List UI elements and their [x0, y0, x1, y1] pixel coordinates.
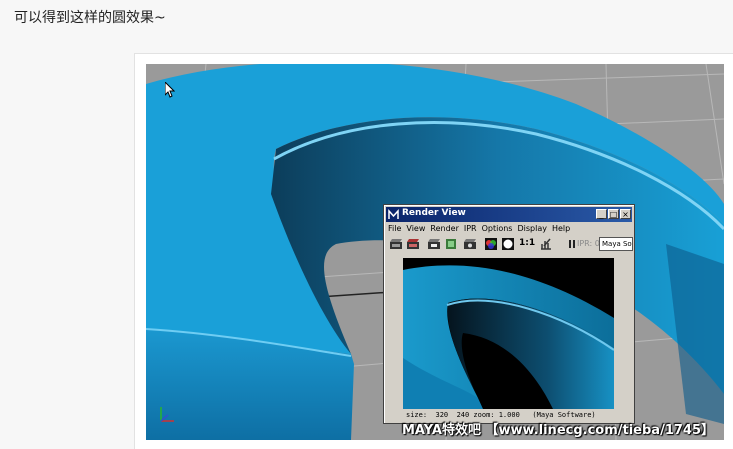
rendered-c-shape: [403, 265, 614, 409]
render-view-title: Render View: [402, 208, 466, 218]
redo-render-icon[interactable]: [406, 238, 420, 250]
menu-render[interactable]: Render: [430, 224, 458, 233]
render-clapper-icon[interactable]: [389, 238, 403, 250]
menu-file[interactable]: File: [388, 224, 401, 233]
watermark-text: MAYA特效吧 【www.linecg.com/tieba/1745】: [402, 423, 715, 438]
snapshot-icon[interactable]: [444, 238, 458, 250]
render-status-text: size: 320 240 zoom: 1.000 (Maya Software…: [406, 411, 596, 419]
maya-viewport: Render View _ □ × File View Render IPR Optio…: [146, 64, 724, 440]
menu-options[interactable]: Options: [482, 224, 513, 233]
close-button[interactable]: ×: [620, 209, 631, 219]
render-view-menubar: File View Render IPR Options Display Help: [388, 224, 575, 236]
menu-ipr[interactable]: IPR: [464, 224, 477, 233]
keep-image-icon[interactable]: [539, 238, 553, 250]
render-region-icon[interactable]: [427, 238, 441, 250]
renderer-select[interactable]: Maya Software: [599, 237, 633, 251]
render-view-titlebar[interactable]: Render View _ □ ×: [386, 207, 632, 222]
ipr-label: IPR: 0: [577, 239, 600, 248]
render-view-window[interactable]: Render View _ □ × File View Render IPR Optio…: [383, 204, 635, 424]
menu-view[interactable]: View: [406, 224, 425, 233]
minimize-button[interactable]: _: [596, 209, 607, 219]
render-image: [403, 258, 614, 409]
menu-display[interactable]: Display: [517, 224, 547, 233]
maya-app-icon: [388, 209, 399, 219]
post-text: 可以得到这样的圆效果~: [14, 10, 166, 26]
axis-gizmo-icon: [160, 407, 174, 422]
ipr-render-icon[interactable]: [463, 238, 477, 250]
render-view-toolbar: 1:1 IPR: 0 Maya Software: [387, 236, 633, 252]
rgb-channels-icon[interactable]: [484, 238, 498, 250]
maximize-button[interactable]: □: [608, 209, 619, 219]
real-size-button[interactable]: 1:1: [519, 238, 535, 248]
mouse-cursor-icon: [165, 82, 175, 98]
menu-help[interactable]: Help: [552, 224, 570, 233]
alpha-channel-icon[interactable]: [501, 238, 515, 250]
